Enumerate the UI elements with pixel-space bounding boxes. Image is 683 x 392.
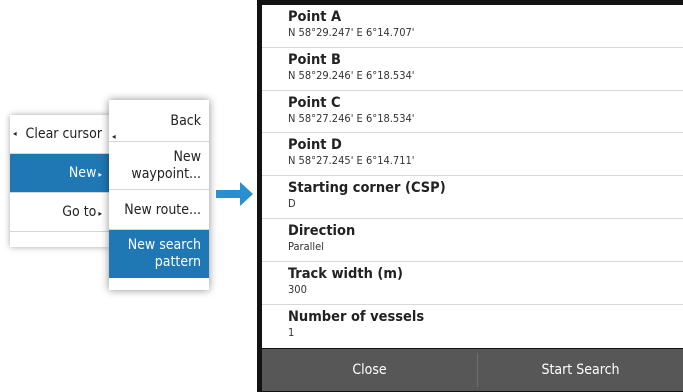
field-label: Point C (288, 94, 341, 111)
field-track-width[interactable]: Track width (m) 300 (262, 262, 683, 305)
submenu-new-waypoint-label: New waypoint... (131, 149, 201, 182)
submenu-new-waypoint[interactable]: New waypoint... (109, 142, 209, 190)
field-value: N 58°27.246' E 6°18.534' (288, 111, 415, 125)
field-point-d[interactable]: Point D N 58°27.245' E 6°14.711' (262, 133, 683, 177)
field-value: 1 (288, 325, 295, 339)
field-label: Point D (288, 137, 342, 154)
field-value: N 58°29.247' E 6°14.707' (288, 26, 415, 39)
submenu-back-label: Back (170, 113, 201, 129)
context-menu: ◂ Clear cursor New ▸ Go to ▸ (10, 115, 110, 247)
field-label: Number of vessels (288, 308, 425, 325)
submenu-back[interactable]: ◂ Back (109, 100, 209, 142)
field-value: Parallel (288, 239, 325, 253)
chevron-left-icon: ◂ (13, 129, 17, 138)
right-arrow-icon (216, 182, 253, 206)
field-point-b[interactable]: Point B N 58°29.246' E 6°18.534' (262, 48, 683, 91)
menu-item-hidden[interactable] (10, 232, 110, 247)
field-label: Point B (288, 51, 341, 68)
chevron-right-icon: ▸ (98, 209, 102, 218)
field-direction[interactable]: Direction Parallel (262, 219, 683, 262)
menu-item-label: Clear cursor (25, 126, 102, 142)
field-number-of-vessels[interactable]: Number of vessels 1 (262, 305, 683, 348)
field-value: N 58°29.246' E 6°18.534' (288, 68, 415, 82)
field-label: Track width (m) (288, 265, 403, 282)
submenu-new-search-pattern-label: New search pattern (127, 237, 201, 270)
submenu-new-search-pattern[interactable]: New search pattern (109, 230, 209, 278)
search-pattern-dialog: Point A N 58°29.247' E 6°14.707' Point B… (257, 0, 683, 392)
menu-item-clear-cursor[interactable]: ◂ Clear cursor (10, 115, 110, 154)
field-value: N 58°27.245' E 6°14.711' (288, 154, 415, 168)
field-label: Point A (288, 9, 342, 25)
submenu: ◂ Back New waypoint... New route... New … (109, 100, 209, 290)
field-point-c[interactable]: Point C N 58°27.246' E 6°18.534' (262, 91, 683, 134)
field-point-a[interactable]: Point A N 58°29.247' E 6°14.707' (262, 5, 683, 48)
field-label: Starting corner (CSP) (288, 180, 446, 197)
menu-item-label: Go to (62, 204, 97, 220)
menu-item-go-to[interactable]: Go to ▸ (10, 193, 110, 232)
field-starting-corner[interactable]: Starting corner (CSP) D (262, 176, 683, 219)
menu-item-label: New (68, 165, 97, 181)
close-button[interactable]: Close (262, 349, 477, 391)
menu-item-new[interactable]: New ▸ (10, 154, 110, 193)
dialog-footer: Close Start Search (262, 349, 683, 391)
field-list: Point A N 58°29.247' E 6°14.707' Point B… (262, 5, 683, 348)
start-search-button[interactable]: Start Search (478, 349, 683, 391)
chevron-right-icon: ▸ (98, 170, 102, 179)
submenu-new-route-label: New route... (124, 202, 201, 218)
field-value: D (288, 197, 296, 211)
submenu-new-route[interactable]: New route... (109, 190, 209, 230)
field-label: Direction (288, 222, 356, 239)
field-value: 300 (288, 282, 307, 296)
